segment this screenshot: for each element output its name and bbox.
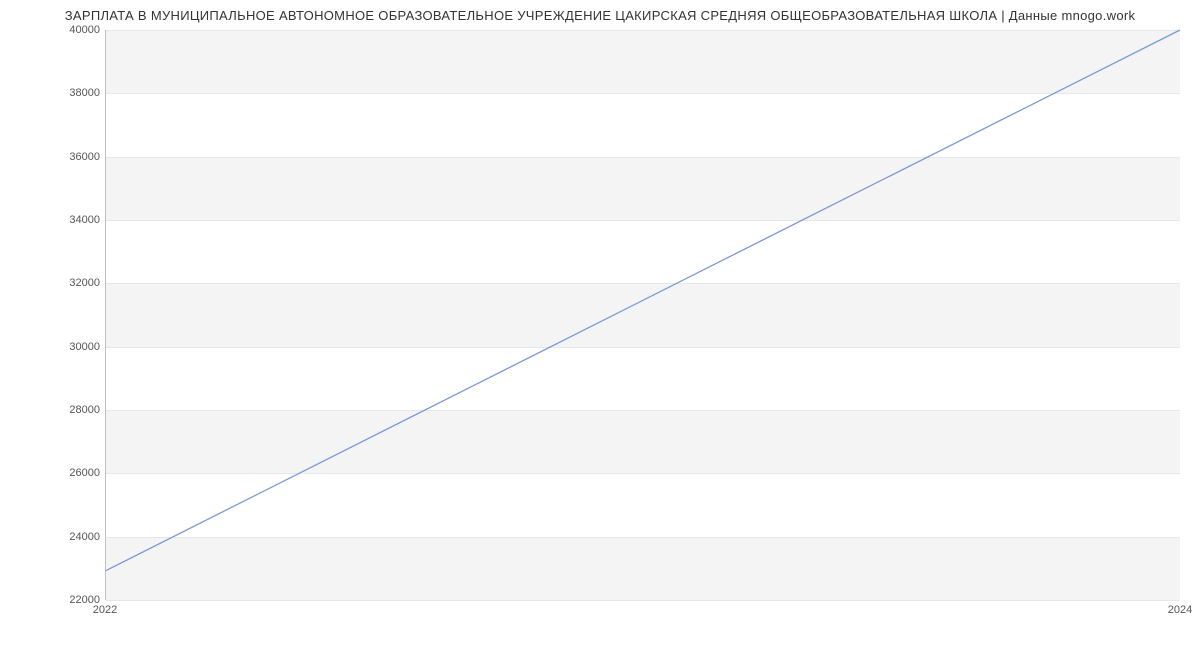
x-tick-label: 2022	[93, 604, 117, 616]
data-line	[106, 30, 1180, 571]
y-tick-label: 40000	[50, 24, 100, 36]
y-tick-label: 38000	[50, 87, 100, 99]
y-tick-label: 32000	[50, 277, 100, 289]
y-tick-label: 28000	[50, 404, 100, 416]
y-tick-label: 34000	[50, 214, 100, 226]
y-tick-label: 30000	[50, 341, 100, 353]
y-tick-label: 36000	[50, 151, 100, 163]
x-tick-label: 2024	[1168, 604, 1192, 616]
y-tick-label: 24000	[50, 531, 100, 543]
y-gridline	[106, 600, 1180, 601]
plot-area	[105, 30, 1180, 600]
chart-line-svg	[106, 30, 1180, 599]
chart-title: ЗАРПЛАТА В МУНИЦИПАЛЬНОЕ АВТОНОМНОЕ ОБРА…	[0, 8, 1200, 23]
y-tick-label: 26000	[50, 467, 100, 479]
